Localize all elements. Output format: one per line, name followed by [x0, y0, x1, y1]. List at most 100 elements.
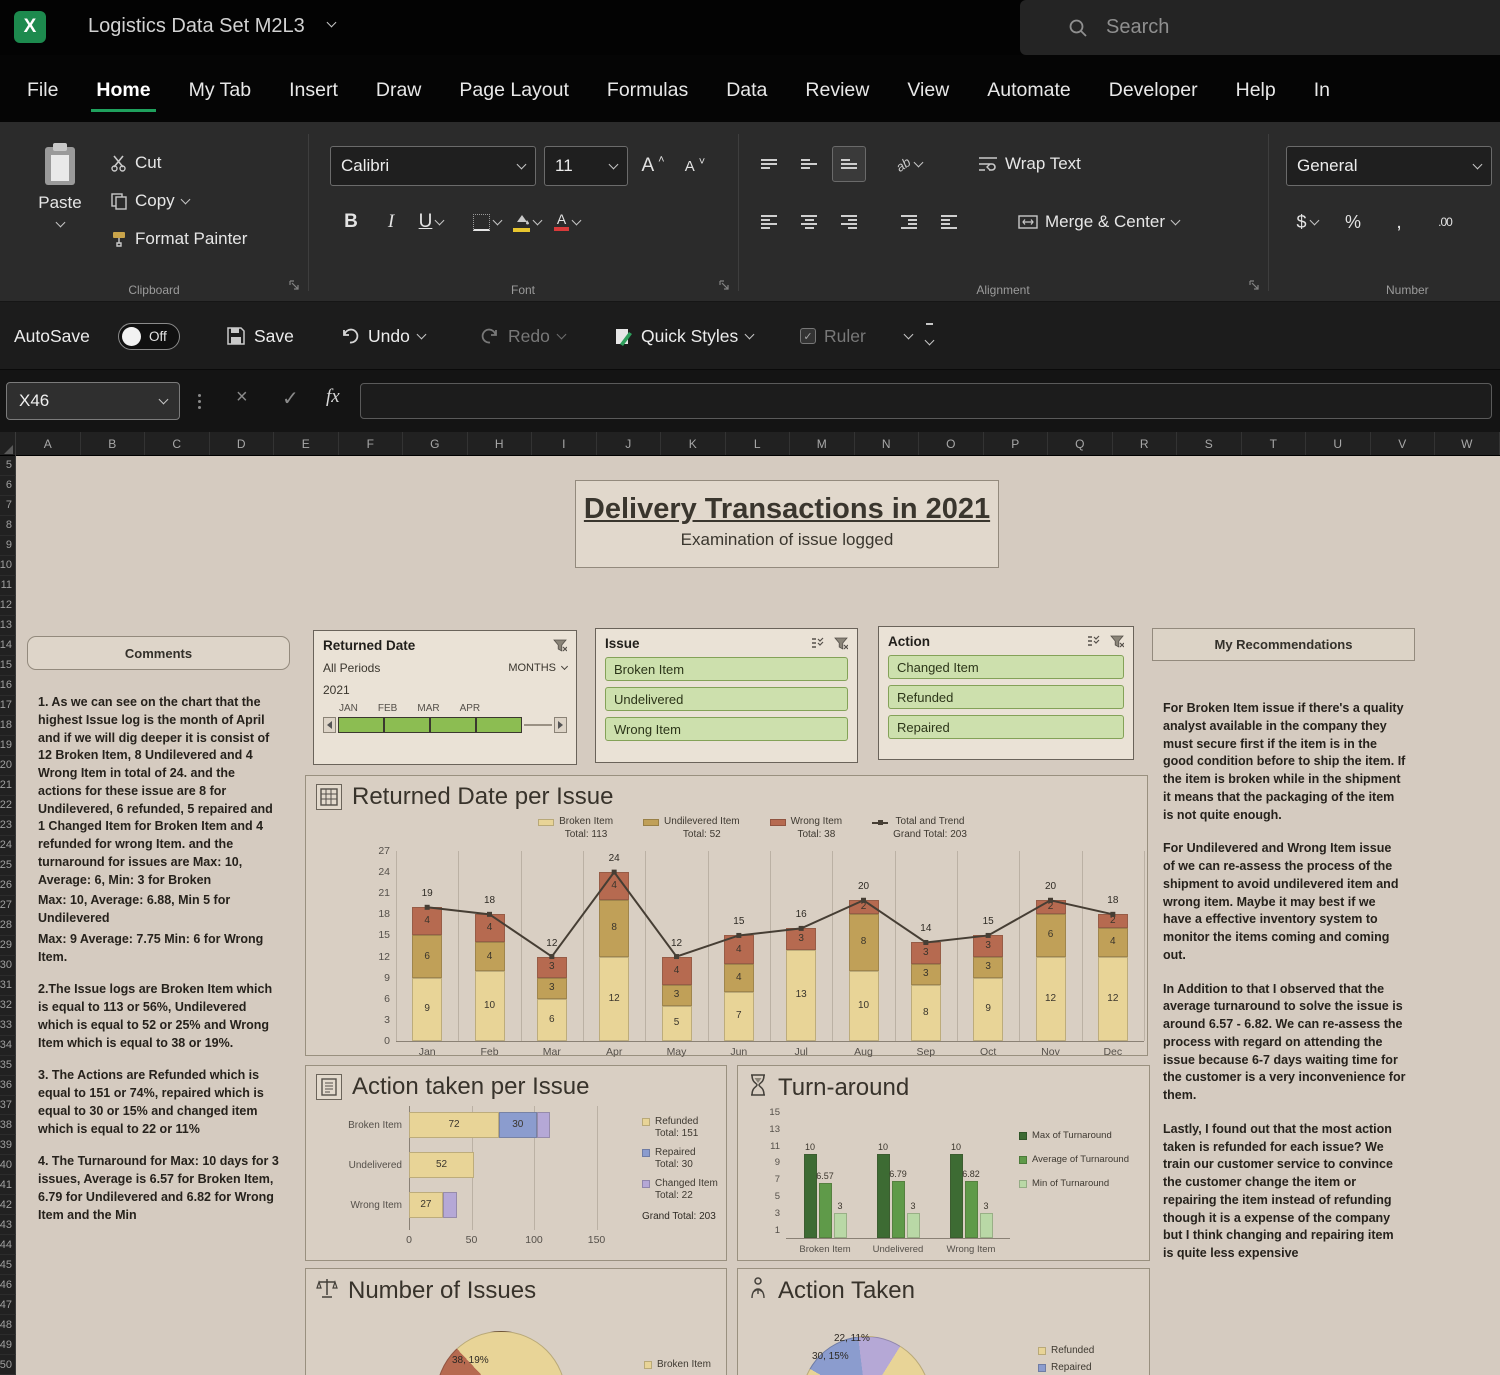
qat-more-button[interactable] — [905, 302, 933, 370]
row-header-20[interactable]: 20 — [0, 756, 16, 776]
legend-item[interactable]: Broken Item — [644, 1359, 711, 1370]
timeline-scroll-right-button[interactable] — [554, 717, 567, 733]
bold-button[interactable]: B — [334, 204, 368, 240]
row-header-38[interactable]: 38 — [0, 1115, 16, 1135]
menu-tab-home[interactable]: Home — [77, 79, 169, 122]
copy-dropdown-icon[interactable] — [180, 195, 190, 205]
row-header-11[interactable]: 11 — [0, 576, 16, 596]
timeline-month-cell[interactable] — [338, 717, 384, 733]
dashboard-title-box[interactable]: Delivery Transactions in 2021 Examinatio… — [575, 480, 999, 568]
row-header-35[interactable]: 35 — [0, 1056, 16, 1076]
menu-tab-data[interactable]: Data — [707, 79, 786, 122]
cut-button[interactable]: Cut — [110, 144, 247, 182]
clipboard-dialog-launcher-icon[interactable] — [288, 278, 300, 296]
row-header-49[interactable]: 49 — [0, 1335, 16, 1355]
ruler-checkbox[interactable]: ✓ Ruler — [800, 302, 866, 370]
row-header-47[interactable]: 47 — [0, 1295, 16, 1315]
column-header-G[interactable]: G — [403, 432, 468, 455]
align-top-button[interactable] — [752, 146, 786, 182]
row-header-46[interactable]: 46 — [0, 1275, 16, 1295]
increase-indent-button[interactable] — [932, 204, 966, 240]
bar-segment[interactable] — [804, 1154, 817, 1238]
column-header-K[interactable]: K — [661, 432, 726, 455]
workbook-title[interactable]: Logistics Data Set M2L3 — [88, 15, 305, 38]
row-header-36[interactable]: 36 — [0, 1076, 16, 1096]
menu-tab-automate[interactable]: Automate — [968, 79, 1089, 122]
row-header-17[interactable]: 17 — [0, 696, 16, 716]
undo-dropdown-icon[interactable] — [416, 330, 426, 340]
slicer-item-wrong-item[interactable]: Wrong Item — [605, 717, 848, 741]
select-all-corner[interactable] — [0, 432, 16, 456]
menu-tab-view[interactable]: View — [888, 79, 968, 122]
action-taken-chart[interactable]: Action Taken 22, 11% 30, 15% RefundedRep… — [737, 1268, 1150, 1375]
formula-input[interactable] — [360, 383, 1492, 419]
bar-segment[interactable] — [980, 1213, 993, 1238]
timeline-month-cell[interactable] — [384, 717, 430, 733]
row-header-42[interactable]: 42 — [0, 1195, 16, 1215]
row-header-33[interactable]: 33 — [0, 1016, 16, 1036]
decrease-indent-button[interactable] — [892, 204, 926, 240]
row-header-22[interactable]: 22 — [0, 796, 16, 816]
row-header-30[interactable]: 30 — [0, 956, 16, 976]
row-header-41[interactable]: 41 — [0, 1175, 16, 1195]
increase-decimal-button[interactable]: .00 — [1428, 204, 1462, 240]
bar-segment[interactable] — [877, 1154, 890, 1238]
row-header-18[interactable]: 18 — [0, 716, 16, 736]
bar-segment[interactable] — [443, 1192, 457, 1218]
row-header-15[interactable]: 15 — [0, 656, 16, 676]
column-header-L[interactable]: L — [726, 432, 791, 455]
menu-tab-insert[interactable]: Insert — [270, 79, 357, 122]
slicer-item-broken-item[interactable]: Broken Item — [605, 657, 848, 681]
multi-select-icon[interactable] — [811, 637, 826, 650]
slicer-item-changed-item[interactable]: Changed Item — [888, 655, 1124, 679]
align-center-button[interactable] — [792, 204, 826, 240]
row-header-25[interactable]: 25 — [0, 856, 16, 876]
column-header-W[interactable]: W — [1435, 432, 1500, 455]
column-header-A[interactable]: A — [16, 432, 81, 455]
row-header-6[interactable]: 6 — [0, 476, 16, 496]
row-header-39[interactable]: 39 — [0, 1135, 16, 1155]
row-header-8[interactable]: 8 — [0, 516, 16, 536]
format-painter-button[interactable]: Format Painter — [110, 220, 247, 258]
increase-font-size-button[interactable]: A˄ — [636, 148, 670, 184]
row-header-32[interactable]: 32 — [0, 996, 16, 1016]
action-slicer[interactable]: Action Changed ItemRefundedRepaired — [878, 626, 1134, 760]
number-format-select[interactable]: General — [1286, 146, 1492, 186]
row-header-28[interactable]: 28 — [0, 916, 16, 936]
excel-logo-icon[interactable]: X — [14, 11, 46, 43]
column-header-H[interactable]: H — [468, 432, 533, 455]
row-header-23[interactable]: 23 — [0, 816, 16, 836]
row-header-14[interactable]: 14 — [0, 636, 16, 656]
paste-button[interactable]: Paste — [24, 142, 96, 231]
row-header-26[interactable]: 26 — [0, 876, 16, 896]
decrease-font-size-button[interactable]: A˅ — [678, 148, 712, 184]
issue-slicer[interactable]: Issue Broken ItemUndeliveredWrong Item — [595, 628, 858, 763]
pie-chart[interactable] — [436, 1331, 566, 1375]
clear-filter-icon[interactable] — [553, 639, 567, 652]
row-header-7[interactable]: 7 — [0, 496, 16, 516]
row-header-24[interactable]: 24 — [0, 836, 16, 856]
redo-button[interactable]: Redo — [480, 302, 565, 370]
turn-around-chart[interactable]: Turn-around Max of TurnaroundAverage of … — [737, 1065, 1150, 1261]
bar-segment[interactable] — [950, 1154, 963, 1238]
row-header-48[interactable]: 48 — [0, 1315, 16, 1335]
row-header-44[interactable]: 44 — [0, 1235, 16, 1255]
column-header-B[interactable]: B — [81, 432, 146, 455]
column-header-R[interactable]: R — [1113, 432, 1178, 455]
bar-segment[interactable] — [907, 1213, 920, 1238]
align-right-button[interactable] — [832, 204, 866, 240]
column-header-N[interactable]: N — [855, 432, 920, 455]
font-name-select[interactable]: Calibri — [330, 146, 536, 186]
orientation-button[interactable]: ab — [892, 146, 926, 182]
percent-format-button[interactable]: % — [1336, 204, 1370, 240]
column-header-T[interactable]: T — [1242, 432, 1307, 455]
title-dropdown-icon[interactable] — [327, 18, 337, 28]
row-header-19[interactable]: 19 — [0, 736, 16, 756]
column-header-U[interactable]: U — [1306, 432, 1371, 455]
align-bottom-button[interactable] — [832, 146, 866, 182]
legend-item[interactable]: Refunded — [1038, 1345, 1094, 1356]
slicer-item-undelivered[interactable]: Undelivered — [605, 687, 848, 711]
timeline-month-cell[interactable] — [430, 717, 476, 733]
row-header-50[interactable]: 50 — [0, 1355, 16, 1375]
row-header-45[interactable]: 45 — [0, 1255, 16, 1275]
